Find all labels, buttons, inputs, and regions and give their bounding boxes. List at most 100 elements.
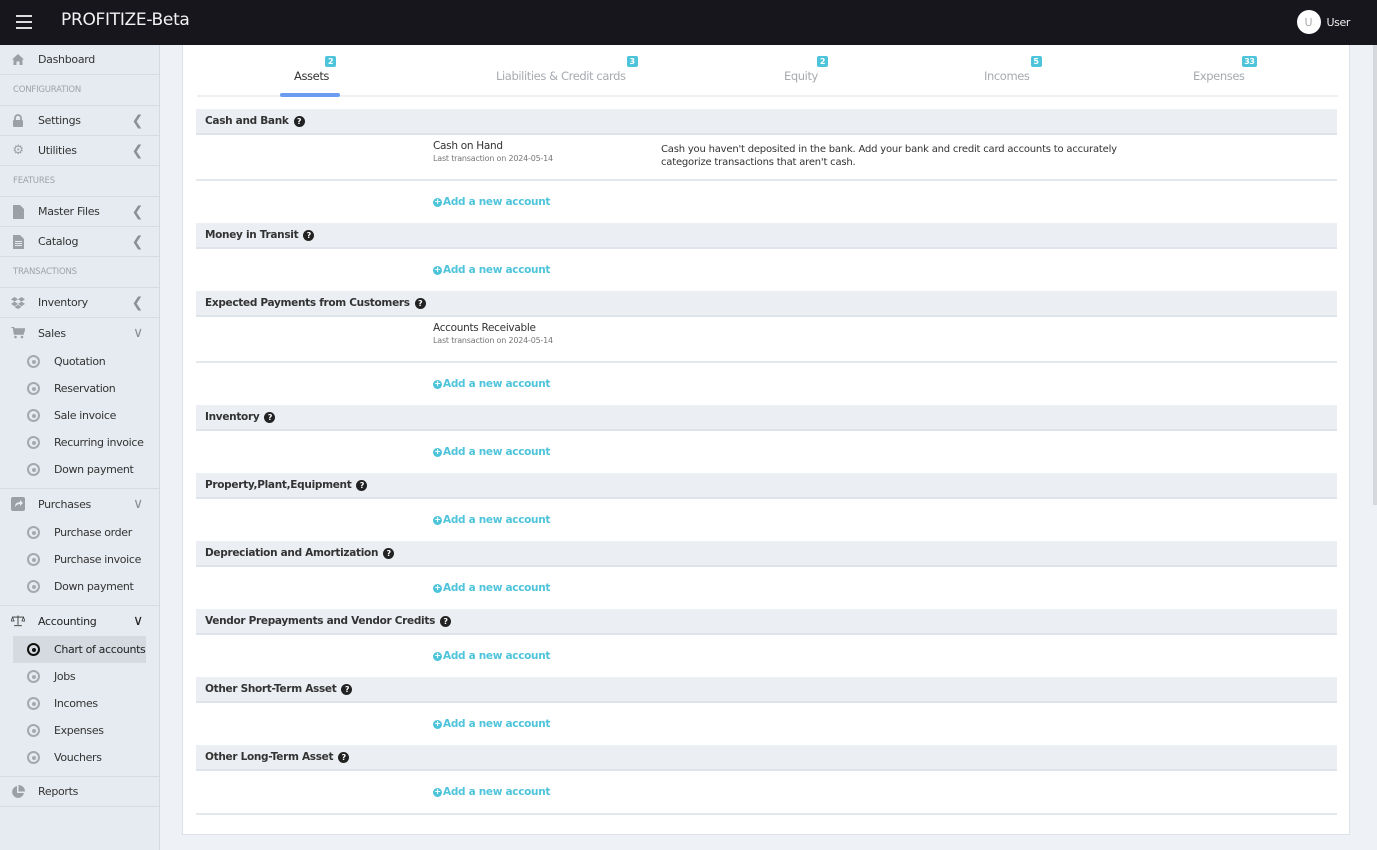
add-account-row: + Add a new account [196,703,1337,745]
section-header: Other Short-Term Asset? [196,677,1337,703]
tab-incomes[interactable]: Incomes 5 [984,56,1042,83]
sidebar-item-accounting[interactable]: Accounting ∨ [0,606,159,636]
sidebar-subitem-label: Quotation [54,355,106,368]
add-account-link[interactable]: + Add a new account [433,196,550,208]
sidebar-item-sales[interactable]: Sales ∨ [0,318,159,348]
section-title: Expected Payments from Customers [205,297,410,309]
user-name: User [1326,15,1351,29]
sidebar-item-label: Settings [38,114,81,127]
account-name[interactable]: Cash on Hand [433,140,503,152]
question-circle-icon[interactable]: ? [264,411,276,423]
sidebar-item-settings[interactable]: Settings ❮ [0,106,159,136]
account-type-tabs: Assets 2 Liabilities & Credit cards 3 Eq… [197,45,1338,97]
circle-dot-icon [27,409,40,422]
sidebar-item-purchases[interactable]: Purchases ∨ [0,489,159,519]
add-account-link[interactable]: + Add a new account [433,446,550,458]
section-title: Vendor Prepayments and Vendor Credits [205,615,436,627]
top-bar: PROFITIZE-Beta U User [0,0,1377,45]
chevron-down-icon: ∨ [133,613,143,629]
plus-circle-icon: + [433,447,442,457]
question-circle-icon[interactable]: ? [303,229,315,241]
sidebar-item-reports[interactable]: Reports [0,777,159,807]
tab-label: Assets [294,69,330,83]
question-circle-icon[interactable]: ? [383,547,395,559]
sidebar-subitem-chart-of-accounts[interactable]: Chart of accounts [13,636,146,663]
file-text-icon [11,234,25,249]
sidebar-subitem-incomes[interactable]: Incomes [0,690,159,717]
add-account-label: Add a new account [443,264,551,276]
add-account-link[interactable]: + Add a new account [433,514,550,526]
sidebar-item-utilities[interactable]: ⚙ Utilities ❮ [0,136,159,166]
count-badge: 2 [325,56,337,67]
tab-label: Incomes [984,69,1030,83]
add-account-link[interactable]: + Add a new account [433,786,550,798]
question-circle-icon[interactable]: ? [293,115,305,127]
sidebar-subitem-recurring-invoice[interactable]: Recurring invoice [0,429,159,456]
circle-dot-icon [27,580,40,593]
sidebar-subitem-down-payment[interactable]: Down payment [0,456,159,483]
plus-circle-icon: + [433,197,442,207]
sidebar-group-purchases: Purchases ∨ Purchase order Purchase invo… [0,489,159,606]
question-circle-icon[interactable]: ? [356,479,368,491]
add-account-label: Add a new account [443,514,551,526]
dropbox-icon [11,296,25,310]
sidebar-subitem-expenses[interactable]: Expenses [0,717,159,744]
sidebar-subitem-label: Sale invoice [54,409,116,422]
sidebar-subitem-purchase-down-payment[interactable]: Down payment [0,573,159,600]
add-account-link[interactable]: + Add a new account [433,718,550,730]
account-row: Accounts Receivable Last transaction on … [196,317,1337,363]
user-menu[interactable]: U User [1296,10,1351,34]
plus-circle-icon: + [433,379,442,389]
sidebar-item-master-files[interactable]: Master Files ❮ [0,197,159,227]
sidebar-subitem-purchase-order[interactable]: Purchase order [0,519,159,546]
add-account-link[interactable]: + Add a new account [433,650,550,662]
add-account-link[interactable]: + Add a new account [433,582,550,594]
tab-label: Expenses [1193,69,1245,83]
sidebar: Dashboard CONFIGURATION Settings ❮ ⚙ Uti… [0,45,160,850]
sidebar-subitem-vouchers[interactable]: Vouchers [0,744,159,771]
account-name[interactable]: Accounts Receivable [433,322,536,334]
account-sections: Cash and Bank? Cash on Hand Last transac… [196,109,1337,815]
sidebar-item-catalog[interactable]: Catalog ❮ [0,227,159,257]
add-account-row: + Add a new account [196,567,1337,609]
circle-dot-icon [27,724,40,737]
count-badge: 33 [1242,56,1257,67]
sidebar-item-label: Purchases [38,497,91,511]
sidebar-item-inventory[interactable]: Inventory ❮ [0,288,159,318]
add-account-row: + Add a new account [196,249,1337,291]
section-header: Depreciation and Amortization? [196,541,1337,567]
add-account-link[interactable]: + Add a new account [433,378,550,390]
question-circle-icon[interactable]: ? [414,297,426,309]
sidebar-subitem-label: Purchase invoice [54,553,141,566]
sidebar-subitem-label: Incomes [54,697,98,710]
sidebar-subitem-sale-invoice[interactable]: Sale invoice [0,402,159,429]
tab-equity[interactable]: Equity 2 [784,56,828,83]
menu-toggle-icon[interactable] [16,15,32,29]
add-account-row: + Add a new account [196,363,1337,405]
file-icon [11,204,25,219]
page-scrollbar[interactable] [1373,45,1377,850]
sidebar-subitem-reservation[interactable]: Reservation [0,375,159,402]
question-circle-icon[interactable]: ? [440,615,452,627]
question-circle-icon[interactable]: ? [341,683,353,695]
add-account-label: Add a new account [443,718,551,730]
sidebar-item-label: Inventory [38,296,88,309]
circle-dot-icon [27,751,40,764]
sidebar-subitem-purchase-invoice[interactable]: Purchase invoice [0,546,159,573]
account-last-transaction: Last transaction on 2024-05-14 [433,336,553,345]
scrollbar-thumb[interactable] [1373,45,1377,505]
sidebar-subitem-quotation[interactable]: Quotation [0,348,159,375]
add-account-link[interactable]: + Add a new account [433,264,550,276]
section-header: Property,Plant,Equipment? [196,473,1337,499]
tab-expenses[interactable]: Expenses 33 [1193,56,1257,83]
section-title: Other Long-Term Asset [205,751,334,763]
sidebar-item-label: Reports [38,785,79,798]
question-circle-icon[interactable]: ? [338,751,350,763]
sidebar-subitem-label: Recurring invoice [54,436,144,449]
sidebar-subitem-jobs[interactable]: Jobs [0,663,159,690]
sidebar-item-dashboard[interactable]: Dashboard [0,45,159,75]
sidebar-item-label: Catalog [38,235,79,248]
tab-assets[interactable]: Assets 2 [294,56,337,83]
tab-liabilities[interactable]: Liabilities & Credit cards 3 [496,56,638,83]
section-header: Money in Transit? [196,223,1337,249]
